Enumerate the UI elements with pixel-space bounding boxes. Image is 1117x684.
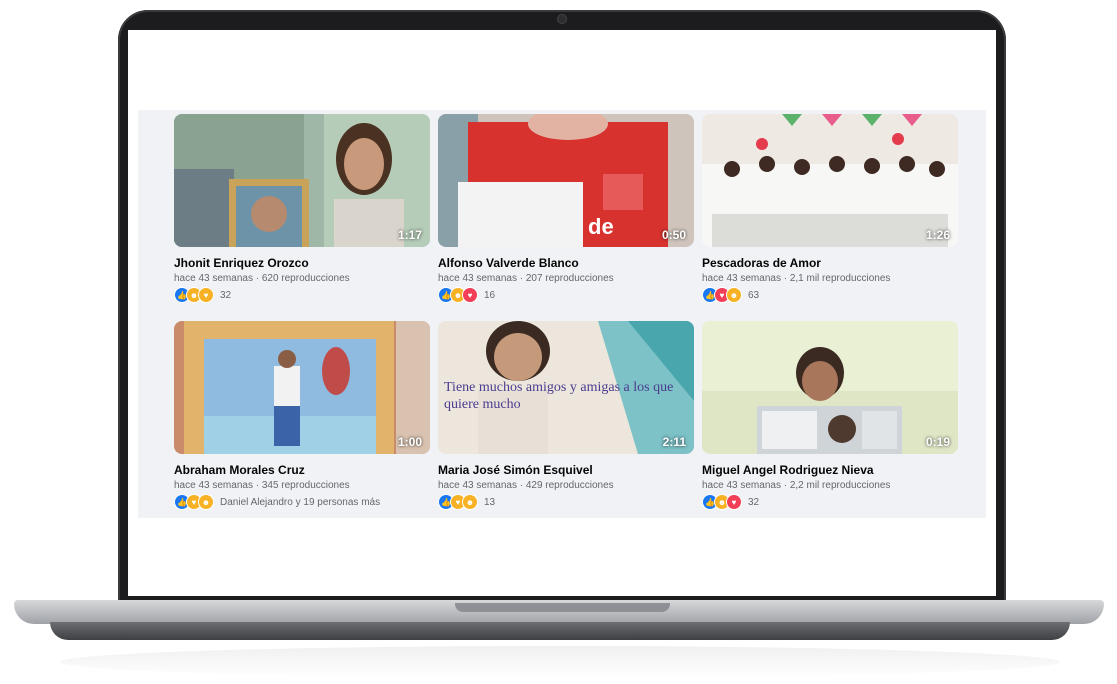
video-thumbnail[interactable]: 0:19 [702,321,958,454]
video-card[interactable]: de 0:50 Alfonso Valverde Blanco hace 43 … [438,114,694,303]
video-thumbnail[interactable]: 1:26 [702,114,958,247]
video-meta: hace 43 semanas · 429 reproducciones [438,480,614,491]
video-title[interactable]: Alfonso Valverde Blanco [438,256,694,270]
svg-text:de: de [588,214,614,239]
video-meta: hace 43 semanas · 345 reproducciones [174,480,350,491]
screen: 1:17 Jhonit Enriquez Orozco hace 43 sema… [128,30,996,596]
reaction-count: 63 [748,289,760,301]
reaction-summary[interactable]: 👍 ☻ ♥ 32 [702,494,958,510]
video-duration: 1:00 [397,435,422,449]
video-title[interactable]: Maria José Simón Esquivel [438,463,694,477]
video-thumbnail[interactable]: 1:00 [174,321,430,454]
video-thumbnail[interactable]: 1:17 [174,114,430,247]
care-icon: ♥ [198,287,214,303]
video-card[interactable]: 1:00 Abraham Morales Cruz hace 43 semana… [174,321,430,510]
video-title[interactable]: Miguel Angel Rodriguez Nieva [702,463,958,477]
video-title[interactable]: Pescadoras de Amor [702,256,958,270]
laptop-notch [455,603,670,612]
laptop-reflection [60,646,1060,678]
video-meta: hace 43 semanas · 2,1 mil reproducciones [702,273,891,284]
video-card[interactable]: 0:19 Miguel Angel Rodriguez Nieva hace 4… [702,321,958,510]
reaction-count: 32 [220,289,232,301]
sad-icon: ☻ [462,494,478,510]
video-thumbnail[interactable]: de 0:50 [438,114,694,247]
laptop-base-bottom [50,622,1070,640]
reaction-summary[interactable]: 👍 ♥ ☻ 13 [438,494,694,510]
video-title[interactable]: Abraham Morales Cruz [174,463,430,477]
video-meta: hace 43 semanas · 620 reproducciones [174,273,350,284]
sad-icon: ☻ [726,287,742,303]
video-card[interactable]: Tiene muchos amigos y amigas a los que q… [438,321,694,510]
video-duration: 1:17 [397,228,422,242]
reaction-summary[interactable]: 👍 ♥ ☻ Daniel Alejandro y 19 personas más [174,494,430,510]
reaction-summary[interactable]: 👍 ☻ ♥ 16 [438,287,694,303]
video-card[interactable]: 1:17 Jhonit Enriquez Orozco hace 43 sema… [174,114,430,303]
love-icon: ♥ [462,287,478,303]
reaction-count: 16 [484,289,496,301]
camera-icon [557,14,567,24]
sad-icon: ☻ [198,494,214,510]
reaction-summary[interactable]: 👍 ☻ ♥ 32 [174,287,430,303]
love-icon: ♥ [726,494,742,510]
video-feed: 1:17 Jhonit Enriquez Orozco hace 43 sema… [138,110,986,518]
video-caption: Tiene muchos amigos y amigas a los que q… [444,380,674,412]
reaction-count: 32 [748,496,760,508]
reaction-count: 13 [484,496,496,508]
video-thumbnail[interactable]: Tiene muchos amigos y amigas a los que q… [438,321,694,454]
video-meta: hace 43 semanas · 207 reproducciones [438,273,614,284]
video-duration: 1:26 [925,228,950,242]
video-meta: hace 43 semanas · 2,2 mil reproducciones [702,480,891,491]
video-card[interactable]: 1:26 Pescadoras de Amor hace 43 semanas … [702,114,958,303]
reaction-count: Daniel Alejandro y 19 personas más [220,496,381,508]
video-duration: 0:19 [925,435,950,449]
video-duration: 2:11 [662,435,686,449]
video-title[interactable]: Jhonit Enriquez Orozco [174,256,430,270]
video-duration: 0:50 [661,228,686,242]
reaction-summary[interactable]: 👍 ♥ ☻ 63 [702,287,958,303]
